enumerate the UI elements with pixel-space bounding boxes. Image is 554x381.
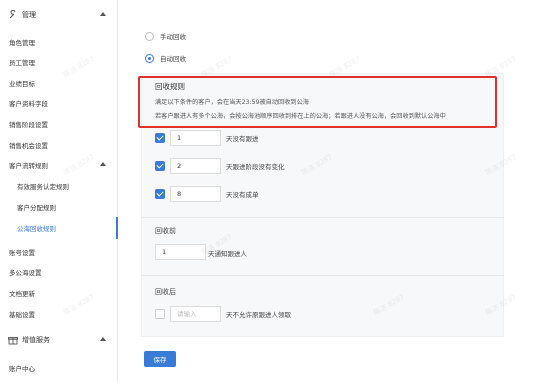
sidebar-item-label: 基础设置 <box>9 311 35 319</box>
sidebar-group-label: 管理 <box>22 11 36 19</box>
sidebar-item-label: 账号设置 <box>9 249 35 257</box>
sidebar-item-basic[interactable]: 基础设置 <box>0 303 118 325</box>
radio-label: 手动回收 <box>160 33 186 41</box>
no-reclaim-days-input[interactable]: 请输入 <box>170 306 221 322</box>
sidebar-item-account-center[interactable]: 账户中心 <box>0 357 118 379</box>
divider <box>141 275 504 276</box>
sidebar-item-label: 客户资料字段 <box>9 100 48 108</box>
no-deal-days-input[interactable]: 8 <box>170 186 221 202</box>
radio-manual-recycle[interactable]: 手动回收 <box>145 31 186 41</box>
sidebar-group-value-added[interactable]: 增值服务 <box>0 329 118 351</box>
sidebar-item-service-rules[interactable]: 有效服务认定规则 <box>0 175 118 197</box>
sidebar-item-label: 多公海设置 <box>9 269 42 277</box>
sidebar-item-account[interactable]: 账号设置 <box>0 241 118 263</box>
rules-description: 满足以下条件的客户，会在当天23:59被自动回收到公海 <box>155 99 309 106</box>
caret-up-icon <box>100 337 106 341</box>
no-stage-change-days-input[interactable]: 2 <box>170 158 221 174</box>
notify-days-input[interactable]: 1 <box>155 244 206 260</box>
no-followup-days-input[interactable]: 1 <box>170 130 221 146</box>
sidebar-item-recycle-rules[interactable]: 公海回收规则 <box>0 217 118 239</box>
rules-title: 回收规则 <box>155 82 185 91</box>
sidebar-item-flow-rules[interactable]: 客户流转规则 <box>0 154 118 176</box>
before-recycle-title: 回收前 <box>155 227 176 235</box>
sidebar-item-roles[interactable]: 角色管理 <box>0 31 118 53</box>
sidebar-item-staff[interactable]: 员工管理 <box>0 51 118 73</box>
sidebar-item-doc-update[interactable]: 文档更新 <box>0 282 118 304</box>
gift-icon <box>8 335 18 345</box>
condition-label: 天没有成单 <box>226 191 259 199</box>
caret-up-icon <box>100 12 106 16</box>
sidebar-item-label: 公海回收规则 <box>17 225 56 233</box>
sidebar-item-label: 员工管理 <box>9 59 35 67</box>
sidebar-item-targets[interactable]: 业绩目标 <box>0 72 118 94</box>
divider <box>141 217 504 218</box>
after-recycle-title: 回收后 <box>155 288 176 296</box>
caret-up-icon <box>100 162 106 166</box>
sidebar-item-label: 销售机会设置 <box>9 142 48 150</box>
radio-label: 自动回收 <box>160 55 186 63</box>
no-reclaim-label: 天不允许原跟进人领取 <box>226 311 291 319</box>
wrench-icon <box>8 9 18 20</box>
sidebar-item-label: 客户流转规则 <box>9 162 48 170</box>
sidebar-item-label: 业绩目标 <box>9 80 35 88</box>
save-button[interactable]: 保存 <box>144 351 176 367</box>
condition-checkbox[interactable] <box>155 161 165 171</box>
sidebar-item-opportunity[interactable]: 销售机会设置 <box>0 134 118 156</box>
sidebar: 管理 角色管理 员工管理 业绩目标 客户资料字段 销售阶段设置 销售机会设置 客… <box>0 0 118 381</box>
sidebar-group-label: 增值服务 <box>22 336 50 344</box>
sidebar-item-assign-rules[interactable]: 客户分配规则 <box>0 196 118 218</box>
radio-auto-recycle[interactable]: 自动回收 <box>145 53 186 63</box>
condition-checkbox[interactable] <box>155 189 165 199</box>
sidebar-item-label: 文档更新 <box>9 290 35 298</box>
sidebar-group-manage[interactable]: 管理 <box>0 4 118 26</box>
sidebar-item-label: 销售阶段设置 <box>9 121 48 129</box>
sidebar-item-customer-fields[interactable]: 客户资料字段 <box>0 92 118 114</box>
radio-button[interactable] <box>145 31 154 41</box>
sidebar-item-label: 有效服务认定规则 <box>17 183 69 191</box>
after-recycle-checkbox[interactable] <box>155 309 165 319</box>
condition-label: 天没有跟进 <box>226 135 259 143</box>
sidebar-item-label: 客户分配规则 <box>17 204 56 212</box>
sidebar-item-multi-pool[interactable]: 多公海设置 <box>0 261 118 283</box>
sidebar-item-sales-stage[interactable]: 销售阶段设置 <box>0 113 118 135</box>
condition-label: 天跟进阶段没有变化 <box>226 163 285 171</box>
radio-button[interactable] <box>145 53 154 63</box>
sidebar-item-label: 角色管理 <box>9 39 35 47</box>
condition-checkbox[interactable] <box>155 133 165 143</box>
rules-description: 若客户跟进人有多个公海，会按公海池顺序回收到排在上的公海；若跟进人没有公海，会回… <box>155 113 446 120</box>
sidebar-item-label: 账户中心 <box>9 365 35 373</box>
